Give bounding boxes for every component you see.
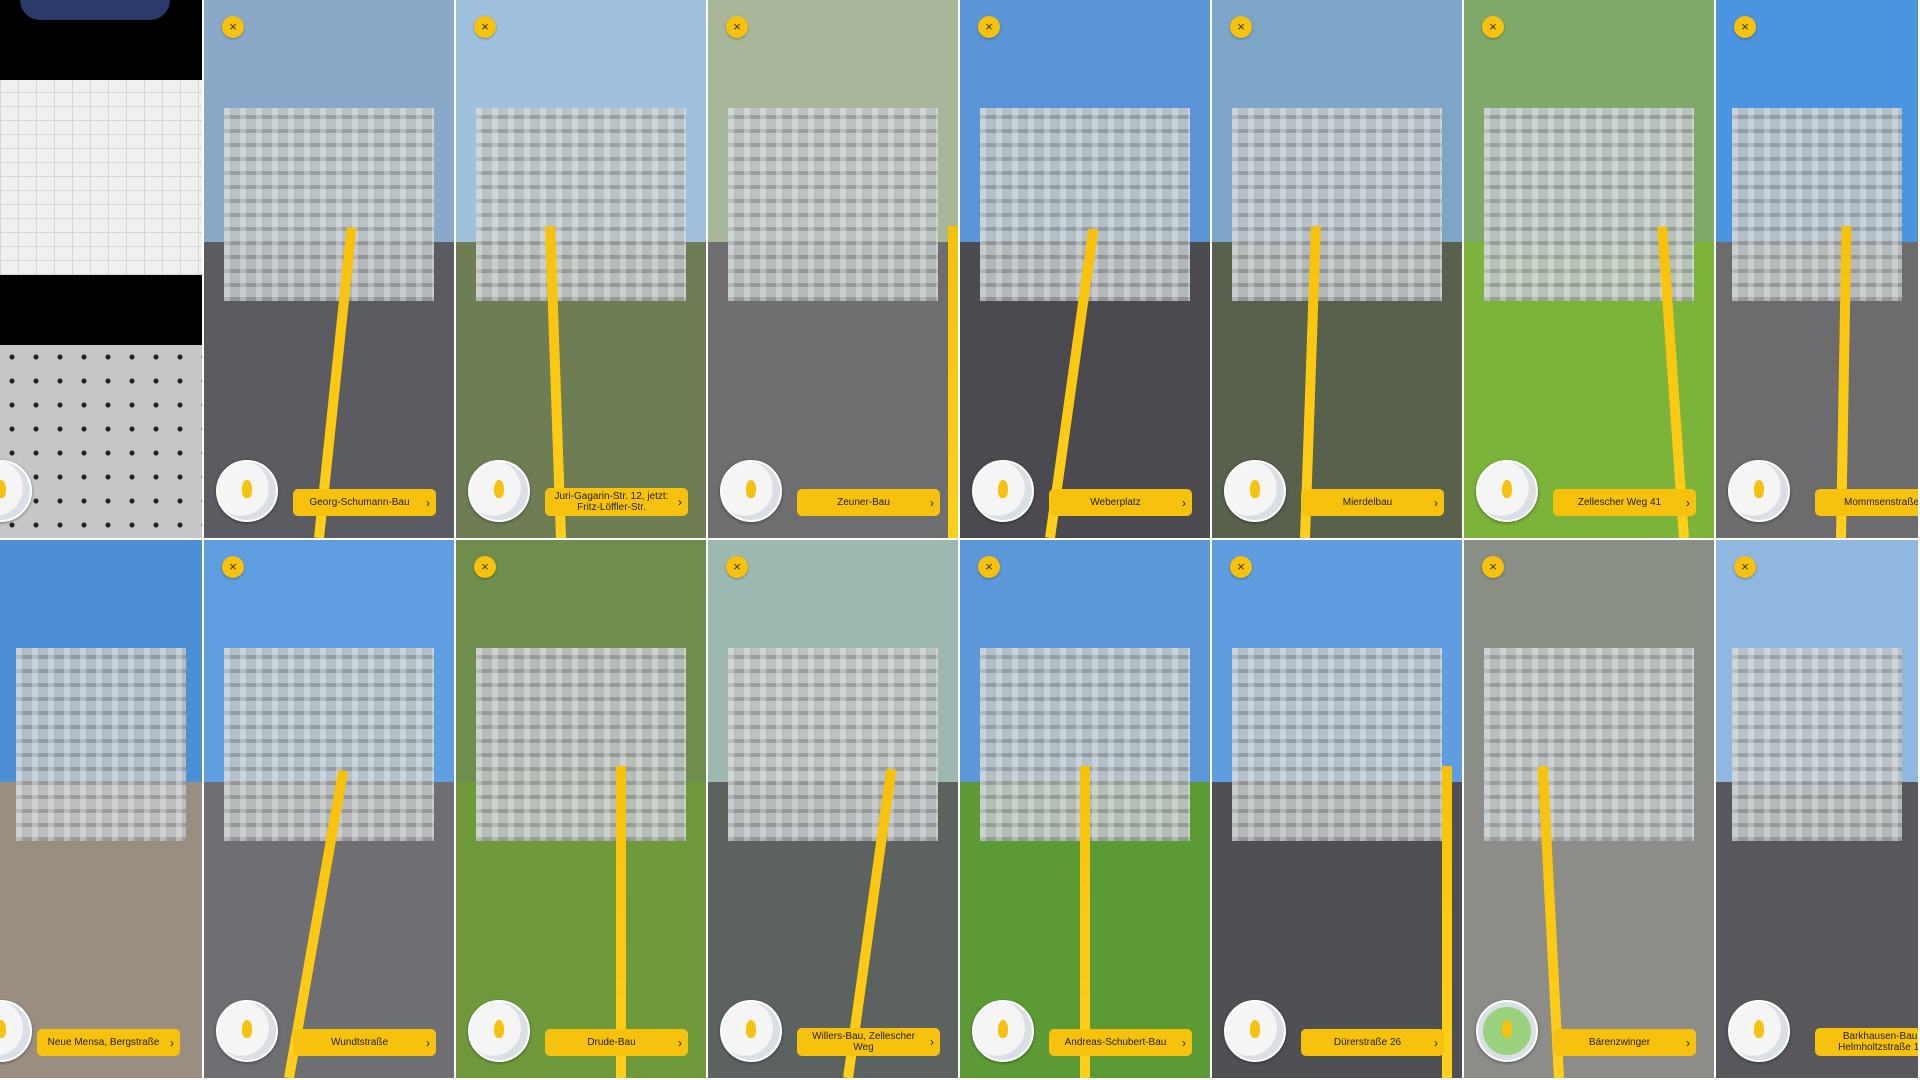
close-button[interactable]: × xyxy=(978,16,1000,38)
close-button[interactable]: × xyxy=(1230,16,1252,38)
historic-building xyxy=(1732,107,1902,302)
historic-building xyxy=(1732,647,1902,842)
historic-building xyxy=(224,107,434,302)
ar-path-line xyxy=(948,225,958,538)
poi-label-button[interactable]: Dürerstraße 26 › xyxy=(1301,1029,1444,1056)
close-button[interactable]: × xyxy=(474,556,496,578)
tile-wundtstrasse: × Wundtstraße › xyxy=(204,540,456,1080)
tile-mierdelbau: × Mierdelbau › xyxy=(1212,0,1464,540)
minimap-icon[interactable] xyxy=(1224,1000,1286,1062)
poi-label-button[interactable]: Georg-Schumann-Bau › xyxy=(293,489,436,516)
close-button[interactable]: × xyxy=(1734,16,1756,38)
car-roof xyxy=(20,0,170,20)
historic-building xyxy=(728,647,938,842)
tile-neue-mensa: Neue Mensa, Bergstraße › xyxy=(0,540,204,1080)
tile-mommsenstrasse: × Mommsenstraße› xyxy=(1716,0,1920,540)
poi-label-button[interactable]: Drude-Bau › xyxy=(545,1029,688,1056)
close-button[interactable]: × xyxy=(726,556,748,578)
historic-building xyxy=(476,107,686,302)
poi-label-button[interactable]: Wundtstraße › xyxy=(293,1029,436,1056)
street-map-plan xyxy=(0,80,202,275)
poi-label-button[interactable]: Zeuner-Bau › xyxy=(797,489,940,516)
minimap-icon[interactable] xyxy=(972,1000,1034,1062)
poi-label-button[interactable]: Zellescher Weg 41 › xyxy=(1553,489,1696,516)
minimap-icon[interactable] xyxy=(468,460,530,522)
close-button[interactable]: × xyxy=(1230,556,1252,578)
historic-building xyxy=(1232,107,1442,302)
historic-building xyxy=(224,647,434,842)
tile-zeuner-bau: × Zeuner-Bau › xyxy=(708,0,960,540)
close-button[interactable]: × xyxy=(1734,556,1756,578)
tile-duererstrasse-26: × Dürerstraße 26 › xyxy=(1212,540,1464,1080)
close-button[interactable]: × xyxy=(978,556,1000,578)
tile-weberplatz: × Weberplatz › xyxy=(960,0,1212,540)
tile-juri-gagarin-str: × Juri-Gagarin-Str. 12, jetzt: Fritz-Löf… xyxy=(456,0,708,540)
tile-willers-bau: × Willers-Bau, Zellescher Weg › xyxy=(708,540,960,1080)
minimap-icon[interactable] xyxy=(468,1000,530,1062)
historic-building xyxy=(476,647,686,842)
perforated-plate xyxy=(0,345,202,538)
minimap-icon[interactable] xyxy=(1476,1000,1538,1062)
poi-label-button[interactable]: Mommsenstraße› xyxy=(1815,489,1918,516)
tile-georg-schumann-bau: × Georg-Schumann-Bau › xyxy=(204,0,456,540)
poi-label-button[interactable]: Bärenzwinger › xyxy=(1553,1029,1696,1056)
poi-label-button[interactable]: Barkhausen-Bau, Helmholtzstraße 18› xyxy=(1815,1028,1918,1056)
historic-building xyxy=(1484,647,1694,842)
close-button[interactable]: × xyxy=(222,16,244,38)
minimap-icon[interactable] xyxy=(216,460,278,522)
minimap-icon[interactable] xyxy=(1728,460,1790,522)
minimap-icon[interactable] xyxy=(1224,460,1286,522)
tile-zellescher-weg-41: × Zellescher Weg 41 › xyxy=(1464,0,1716,540)
minimap-icon[interactable] xyxy=(1728,1000,1790,1062)
close-button[interactable]: × xyxy=(726,16,748,38)
tile-andreas-schubert-bau: × Andreas-Schubert-Bau › xyxy=(960,540,1212,1080)
close-button[interactable]: × xyxy=(1482,556,1504,578)
close-button[interactable]: × xyxy=(1482,16,1504,38)
poi-label-button[interactable]: Willers-Bau, Zellescher Weg › xyxy=(797,1028,940,1056)
minimap-icon[interactable] xyxy=(720,1000,782,1062)
minimap-icon[interactable] xyxy=(216,1000,278,1062)
close-button[interactable]: × xyxy=(474,16,496,38)
tile-street-map-plate xyxy=(0,0,204,540)
poi-label-button[interactable]: Andreas-Schubert-Bau › xyxy=(1049,1029,1192,1056)
tile-drude-bau: × Drude-Bau › xyxy=(456,540,708,1080)
poi-label-button[interactable]: Neue Mensa, Bergstraße › xyxy=(37,1029,180,1056)
minimap-icon[interactable] xyxy=(720,460,782,522)
poi-label-button[interactable]: Juri-Gagarin-Str. 12, jetzt: Fritz-Löffl… xyxy=(545,488,688,516)
poi-label-button[interactable]: Weberplatz › xyxy=(1049,489,1192,516)
historic-building xyxy=(1232,647,1442,842)
minimap-icon[interactable] xyxy=(972,460,1034,522)
minimap-icon[interactable] xyxy=(1476,460,1538,522)
close-button[interactable]: × xyxy=(222,556,244,578)
poi-label-button[interactable]: Mierdelbau › xyxy=(1301,489,1444,516)
tile-baerenzwinger: × Bärenzwinger › xyxy=(1464,540,1716,1080)
ar-tour-collage: × Georg-Schumann-Bau › × Juri-Gagarin-Str… xyxy=(0,0,1920,1080)
historic-building xyxy=(728,107,938,302)
historic-building xyxy=(16,647,186,842)
tile-barkhausen-bau: × Barkhausen-Bau, Helmholtzstraße 18› xyxy=(1716,540,1920,1080)
